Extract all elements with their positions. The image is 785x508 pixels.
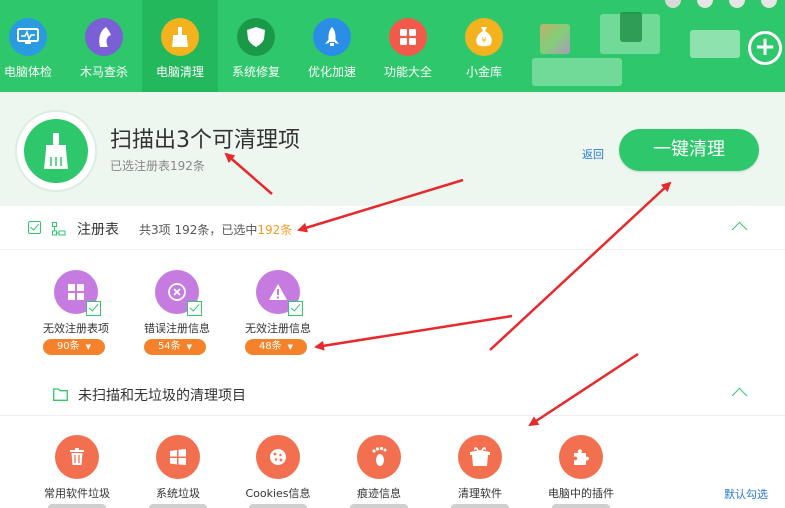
grid-icon xyxy=(389,18,427,56)
blurred-area xyxy=(532,58,622,86)
blurred-area xyxy=(620,12,642,42)
broom-badge xyxy=(15,110,97,192)
item-checkbox[interactable] xyxy=(187,301,202,316)
registry-title: 注册表 xyxy=(77,222,119,238)
cookie-icon xyxy=(256,435,300,479)
status-pill xyxy=(48,504,106,508)
registry-info: 共3项 192条，已选中192条 xyxy=(139,221,292,238)
tool-label: 木马查杀 xyxy=(79,65,128,79)
scan-summary: 扫描出3个可清理项 已选注册表192条 返回 一键清理 xyxy=(0,92,785,206)
tool-all-features[interactable]: 功能大全 xyxy=(370,0,446,92)
tool-vault[interactable]: ¥ 小金库 xyxy=(446,0,522,92)
item-checkbox[interactable] xyxy=(86,301,101,316)
tool-label: 电脑体检 xyxy=(3,65,52,79)
tool-label: 优化加速 xyxy=(307,65,356,79)
chevron-up-icon[interactable] xyxy=(731,387,748,404)
unscanned-title: 未扫描和无垃圾的清理项目 xyxy=(78,388,246,404)
tool-pc-clean[interactable]: 电脑清理 xyxy=(142,0,218,92)
folder-icon xyxy=(53,386,68,405)
count-value: 90条 xyxy=(56,341,80,352)
item-name: 常用软件垃圾 xyxy=(44,487,110,500)
blurred-area xyxy=(690,30,740,58)
back-link[interactable]: 返回 xyxy=(582,146,604,162)
tool-optimize[interactable]: 优化加速 xyxy=(294,0,370,92)
top-toolbar: 电脑体检 木马查杀 电脑清理 系统修复 优化加速 功能大全 ¥ 小金库 + xyxy=(0,0,785,92)
close-icon[interactable] xyxy=(665,0,681,8)
item-name: 系统垃圾 xyxy=(156,487,200,500)
status-pill xyxy=(249,504,307,508)
registry-info-text: 共3项 192条，已选中 xyxy=(139,223,258,237)
item-name: 痕迹信息 xyxy=(357,487,401,500)
tool-label: 小金库 xyxy=(465,65,502,79)
count-value: 48条 xyxy=(258,341,282,352)
count-value: 54条 xyxy=(157,341,181,352)
box-icon xyxy=(458,435,502,479)
one-click-clean-button[interactable]: 一键清理 xyxy=(619,129,759,171)
status-pill xyxy=(451,504,509,508)
tool-trojan-scan[interactable]: 木马查杀 xyxy=(66,0,142,92)
skin-icon[interactable] xyxy=(697,0,713,8)
trash-icon xyxy=(55,435,99,479)
count-dropdown[interactable]: 48条 ▼ xyxy=(245,339,307,355)
registry-icon xyxy=(52,221,66,240)
item-name: 无效注册表项 xyxy=(43,322,109,335)
svg-text:¥: ¥ xyxy=(481,36,486,45)
tool-label: 电脑清理 xyxy=(155,65,204,79)
registry-select-checkbox[interactable] xyxy=(28,221,41,234)
money-bag-icon: ¥ xyxy=(465,18,503,56)
status-pill xyxy=(149,504,207,508)
item-checkbox[interactable] xyxy=(288,301,303,316)
count-dropdown[interactable]: 54条 ▼ xyxy=(144,339,206,355)
broom-icon xyxy=(161,18,199,56)
item-name: 无效注册信息 xyxy=(245,322,311,335)
horse-icon xyxy=(85,18,123,56)
item-name: 电脑中的插件 xyxy=(548,487,614,500)
registry-section-header[interactable]: 注册表 共3项 192条，已选中192条 xyxy=(0,206,785,250)
tool-system-repair[interactable]: 系统修复 xyxy=(218,0,294,92)
broom-icon xyxy=(24,119,88,183)
chevron-up-icon[interactable] xyxy=(731,221,748,238)
caret-down-icon: ▼ xyxy=(85,343,92,351)
item-name: 清理软件 xyxy=(458,487,502,500)
avatar[interactable] xyxy=(540,24,570,54)
registry-selected-count: 192条 xyxy=(257,223,293,237)
rocket-icon xyxy=(313,18,351,56)
count-dropdown[interactable]: 90条 ▼ xyxy=(43,339,105,355)
puzzle-icon xyxy=(559,435,603,479)
add-button[interactable]: + xyxy=(748,31,782,65)
status-pill xyxy=(552,504,610,508)
unscanned-section-header[interactable]: 未扫描和无垃圾的清理项目 xyxy=(0,372,785,416)
item-name: 错误注册信息 xyxy=(144,322,210,335)
menu-icon[interactable] xyxy=(729,0,745,8)
minimize-icon[interactable] xyxy=(761,0,777,8)
footprint-icon xyxy=(357,435,401,479)
status-pill xyxy=(350,504,408,508)
monitor-icon xyxy=(9,18,47,56)
tool-pc-checkup[interactable]: 电脑体检 xyxy=(0,0,66,92)
arrow-to-count-pill xyxy=(314,314,513,351)
windows-icon xyxy=(156,435,200,479)
selected-summary: 已选注册表192条 xyxy=(110,159,205,173)
shield-icon xyxy=(237,18,275,56)
default-check-link[interactable]: 默认勾选 xyxy=(724,486,768,502)
caret-down-icon: ▼ xyxy=(287,343,294,351)
page-title: 扫描出3个可清理项 xyxy=(110,128,300,153)
item-name: Cookies信息 xyxy=(245,487,311,500)
tool-label: 功能大全 xyxy=(383,65,432,79)
caret-down-icon: ▼ xyxy=(186,343,193,351)
tool-label: 系统修复 xyxy=(231,65,280,79)
